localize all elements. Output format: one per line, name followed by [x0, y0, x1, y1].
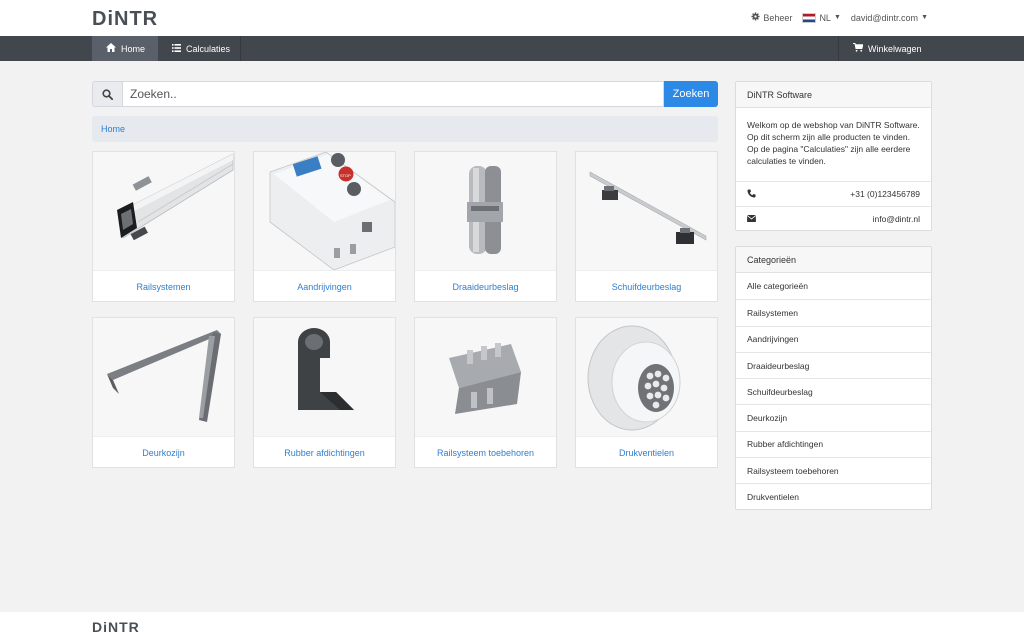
product-label[interactable]: Rubber afdichtingen	[254, 436, 395, 468]
product-label[interactable]: Drukventielen	[576, 436, 717, 468]
cart-icon	[853, 42, 864, 54]
phone-icon	[747, 188, 756, 200]
product-label[interactable]: Schuifdeurbeslag	[576, 270, 717, 302]
language-label: NL	[819, 12, 831, 23]
nav-home-label: Home	[121, 43, 146, 54]
product-card-schuifdeurbeslag[interactable]: Schuifdeurbeslag	[575, 151, 718, 302]
user-email: david@dintr.com	[850, 12, 919, 23]
nav-calculations[interactable]: Calculaties	[158, 36, 241, 61]
footer-logo: DiNTR	[92, 619, 140, 635]
category-item-railsystemen[interactable]: Railsystemen	[736, 299, 931, 325]
product-label[interactable]: Deurkozijn	[93, 436, 234, 468]
product-card-deurkozijn[interactable]: Deurkozijn	[92, 317, 235, 468]
search-bar: Zoeken	[92, 81, 718, 107]
category-list: Alle categorieën Railsystemen Aandrijvin…	[736, 273, 931, 510]
product-image-deurkozijn	[93, 318, 234, 436]
product-image-aandrijvingen: STOP	[254, 152, 395, 270]
info-panel-welcome: Welkom op de webshop van DiNTR Software.…	[747, 120, 920, 166]
product-label[interactable]: Railsystemen	[93, 270, 234, 302]
envelope-icon	[746, 214, 757, 224]
logo[interactable]: DiNTR	[92, 8, 158, 31]
product-label[interactable]: Railsysteem toebehoren	[415, 436, 556, 468]
nav-cart-label: Winkelwagen	[868, 43, 922, 54]
user-dropdown[interactable]: david@dintr.com ▼	[851, 13, 928, 23]
category-item-drukventielen[interactable]: Drukventielen	[736, 483, 931, 509]
caret-down-icon: ▼	[833, 14, 841, 21]
product-card-rubber-afdichtingen[interactable]: Rubber afdichtingen	[253, 317, 396, 468]
email-address[interactable]: info@dintr.nl	[873, 214, 920, 224]
product-label[interactable]: Draaideurbeslag	[415, 270, 556, 302]
product-card-drukventielen[interactable]: Drukventielen	[575, 317, 718, 468]
svg-text:STOP: STOP	[340, 173, 351, 178]
category-item-aandrijvingen[interactable]: Aandrijvingen	[736, 325, 931, 352]
admin-link[interactable]: Beheer	[751, 12, 792, 23]
phone-row: +31 (0)123456789	[736, 181, 931, 206]
product-image-draaideurbeslag	[415, 152, 556, 270]
categories-panel-title: Categorieën	[736, 247, 931, 273]
email-row: info@dintr.nl	[736, 206, 931, 231]
netherlands-flag-icon	[802, 12, 817, 23]
main-navbar: Home Calculaties Winkelwagen	[0, 36, 1024, 61]
caret-down-icon: ▼	[921, 14, 928, 21]
product-card-draaideurbeslag[interactable]: Draaideurbeslag	[414, 151, 557, 302]
info-panel: DiNTR Software Welkom op de webshop van …	[735, 81, 932, 231]
category-item-deurkozijn[interactable]: Deurkozijn	[736, 404, 931, 430]
phone-number[interactable]: +31 (0)123456789	[850, 189, 920, 199]
list-icon	[172, 43, 181, 54]
search-icon	[92, 81, 122, 107]
product-image-schuifdeurbeslag	[576, 152, 717, 270]
category-item-railsysteem-toebehoren[interactable]: Railsysteem toebehoren	[736, 457, 931, 483]
product-image-drukventielen	[576, 318, 717, 436]
footer: DiNTR	[0, 612, 1024, 640]
categories-panel: Categorieën Alle categorieën Railsysteme…	[735, 246, 932, 510]
nav-home[interactable]: Home	[92, 36, 158, 61]
product-image-railsysteem-toebehoren	[415, 318, 556, 436]
breadcrumb: Home	[92, 116, 718, 142]
product-card-railsystemen[interactable]: Railsystemen	[92, 151, 235, 302]
search-button[interactable]: Zoeken	[664, 81, 718, 107]
category-item-all[interactable]: Alle categorieën	[736, 273, 931, 299]
home-icon	[106, 43, 116, 54]
category-item-schuifdeurbeslag[interactable]: Schuifdeurbeslag	[736, 378, 931, 404]
nav-calculations-label: Calculaties	[186, 43, 231, 54]
admin-label: Beheer	[763, 12, 793, 23]
top-bar: DiNTR Beheer NL ▼ david@dintr.com ▼	[0, 0, 1024, 36]
language-dropdown[interactable]: NL ▼	[802, 12, 841, 23]
product-label[interactable]: Aandrijvingen	[254, 270, 395, 302]
category-item-draaideurbeslag[interactable]: Draaideurbeslag	[736, 351, 931, 378]
nav-cart[interactable]: Winkelwagen	[838, 36, 932, 61]
info-panel-title: DiNTR Software	[736, 82, 931, 108]
breadcrumb-home-link[interactable]: Home	[101, 124, 125, 134]
category-item-rubber-afdichtingen[interactable]: Rubber afdichtingen	[736, 430, 931, 457]
product-image-rubber-afdichtingen	[254, 318, 395, 436]
gear-icon	[751, 12, 760, 23]
product-card-aandrijvingen[interactable]: STOP Aandrijvingen	[253, 151, 396, 302]
product-card-railsysteem-toebehoren[interactable]: Railsysteem toebehoren	[414, 317, 557, 468]
product-image-railsystemen	[93, 152, 234, 270]
top-right-menu: Beheer NL ▼ david@dintr.com ▼	[751, 12, 928, 23]
search-input[interactable]	[122, 81, 664, 107]
